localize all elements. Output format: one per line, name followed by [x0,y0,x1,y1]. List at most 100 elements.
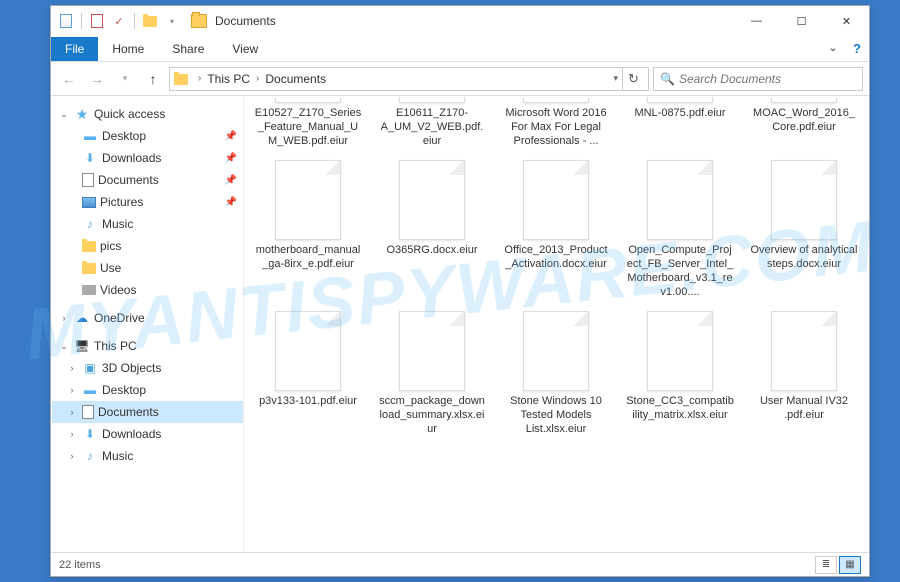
sidebar-item-label: OneDrive [94,311,237,325]
sidebar-item-label: Documents [98,405,237,419]
file-item[interactable]: Microsoft Word 2016 For Max For Legal Pr… [502,103,610,148]
up-button[interactable]: ↑ [141,67,165,91]
file-thumbnail-icon [275,311,341,391]
search-box[interactable]: 🔍 [653,67,863,91]
chevron-right-icon[interactable]: › [252,73,263,84]
window-controls: ― ☐ ✕ [734,7,869,35]
minimize-button[interactable]: ― [734,7,779,35]
sidebar-item-videos[interactable]: Videos [52,279,243,301]
sidebar-item-label: Documents [98,173,225,187]
sidebar-item-downloads[interactable]: ⬇Downloads📌 [52,147,243,169]
maximize-button[interactable]: ☐ [779,7,824,35]
qat-new-folder-icon[interactable] [88,12,106,30]
forward-button[interactable]: → [85,67,109,91]
sidebar-onedrive[interactable]: › ☁ OneDrive [52,307,243,329]
file-item[interactable]: motherboard_manual_ga-8irx_e.pdf.eiur [254,160,362,299]
sidebar-item-desktop[interactable]: ›▬Desktop [52,379,243,401]
file-item[interactable]: E10527_Z170_Series_Feature_Manual_UM_WEB… [254,103,362,148]
sidebar-item-3d-objects[interactable]: ›▣3D Objects [52,357,243,379]
sidebar-item-music[interactable]: ›♪Music [52,445,243,467]
search-input[interactable] [679,72,856,86]
close-button[interactable]: ✕ [824,7,869,35]
sidebar-item-label: Videos [100,283,237,297]
file-item[interactable]: MNL-0875.pdf.eiur [626,103,734,148]
file-item[interactable]: Open_Compute_Project_FB_Server_Intel_Mot… [626,160,734,299]
recent-dropdown-icon[interactable]: ▾ [113,67,137,91]
search-icon: 🔍 [660,72,675,86]
ribbon-expand-icon[interactable]: ⌄ [821,43,845,54]
pin-icon: 📌 [225,153,237,164]
chevron-down-icon[interactable]: ⌄ [58,341,70,352]
chevron-right-icon[interactable]: › [66,407,78,417]
file-name-label: Stone_CC3_compatibility_matrix.xlsx.eiur [626,395,734,423]
refresh-button[interactable]: ↻ [622,68,644,90]
chevron-down-icon[interactable]: ⌄ [58,109,70,120]
tab-home[interactable]: Home [98,37,158,61]
sidebar-this-pc[interactable]: ⌄ 🖥 This PC [52,335,243,357]
chevron-right-icon[interactable]: › [66,363,78,373]
tab-share[interactable]: Share [158,37,218,61]
qat-properties-icon[interactable] [57,12,75,30]
breadcrumb-root[interactable]: This PC [205,72,252,86]
sidebar-item-label: Quick access [94,107,237,121]
address-bar[interactable]: › This PC › Documents ▾ ↻ [169,67,649,91]
ribbon: File Home Share View ⌄ ? [51,36,869,62]
sidebar-item-label: Desktop [102,383,237,397]
sidebar-item-music[interactable]: ♪Music [52,213,243,235]
videos-icon [82,285,96,295]
file-item[interactable]: p3v133-101.pdf.eiur [254,311,362,436]
file-tab[interactable]: File [51,37,98,61]
breadcrumb-current[interactable]: Documents [263,72,328,86]
file-item[interactable]: User Manual IV32 .pdf.eiur [750,311,858,436]
sidebar-quick-access[interactable]: ⌄ ★ Quick access [52,103,243,125]
file-thumbnail-icon [275,97,341,103]
file-item[interactable]: O365RG.docx.eiur [378,160,486,299]
back-button[interactable]: ← [57,67,81,91]
desktop-icon: ▬ [82,128,98,144]
file-thumbnail-icon [647,311,713,391]
sidebar-item-downloads[interactable]: ›⬇Downloads [52,423,243,445]
tab-view[interactable]: View [218,37,272,61]
file-name-label: E10527_Z170_Series_Feature_Manual_UM_WEB… [254,107,362,148]
sidebar-item-desktop[interactable]: ▬Desktop📌 [52,125,243,147]
file-name-label: User Manual IV32 .pdf.eiur [750,395,858,423]
chevron-right-icon[interactable]: › [58,313,70,323]
file-item[interactable]: sccm_package_download_summary.xlsx.eiur [378,311,486,436]
chevron-right-icon[interactable]: › [66,385,78,395]
file-item[interactable]: Stone Windows 10 Tested Models List.xlsx… [502,311,610,436]
sidebar-item-pictures[interactable]: Pictures📌 [52,191,243,213]
file-name-label: MOAC_Word_2016_Core.pdf.eiur [750,107,858,135]
sidebar-item-use[interactable]: Use [52,257,243,279]
sidebar-item-documents[interactable]: › Documents [52,401,243,423]
address-dropdown-icon[interactable]: ▾ [609,73,622,84]
file-content-area[interactable]: E10527_Z170_Series_Feature_Manual_UM_WEB… [244,97,868,551]
chevron-right-icon[interactable]: › [194,73,205,84]
file-item[interactable]: Stone_CC3_compatibility_matrix.xlsx.eiur [626,311,734,436]
file-item[interactable]: MOAC_Word_2016_Core.pdf.eiur [750,103,858,148]
file-name-label: MNL-0875.pdf.eiur [634,107,725,121]
3d-icon: ▣ [82,360,98,376]
chevron-right-icon[interactable]: › [66,451,78,461]
file-thumbnail-icon [275,160,341,240]
file-item[interactable]: E10611_Z170-A_UM_V2_WEB.pdf.eiur [378,103,486,148]
pin-icon: 📌 [225,197,237,208]
chevron-right-icon[interactable]: › [66,429,78,439]
sidebar[interactable]: ⌄ ★ Quick access ▬Desktop📌⬇Downloads📌Doc… [52,97,244,551]
sidebar-item-label: Pictures [100,195,225,209]
qat-check-icon[interactable]: ✓ [110,12,128,30]
qat-dropdown-icon[interactable]: ▾ [163,12,181,30]
docfolder-icon [82,173,94,187]
pin-icon: 📌 [225,131,237,142]
file-item[interactable]: Office_2013_Product_Activation.docx.eiur [502,160,610,299]
icons-view-button[interactable]: ▦ [839,556,861,574]
sidebar-item-pics[interactable]: pics [52,235,243,257]
music-icon: ♪ [82,448,98,464]
help-icon[interactable]: ? [845,41,869,56]
file-item[interactable]: Overview of analytical steps.docx.eiur [750,160,858,299]
sidebar-item-documents[interactable]: Documents📌 [52,169,243,191]
details-view-button[interactable]: ≣ [815,556,837,574]
file-thumbnail-icon [647,97,713,103]
sidebar-item-label: Downloads [102,151,225,165]
file-thumbnail-icon [771,311,837,391]
qat-folder-icon[interactable] [141,12,159,30]
